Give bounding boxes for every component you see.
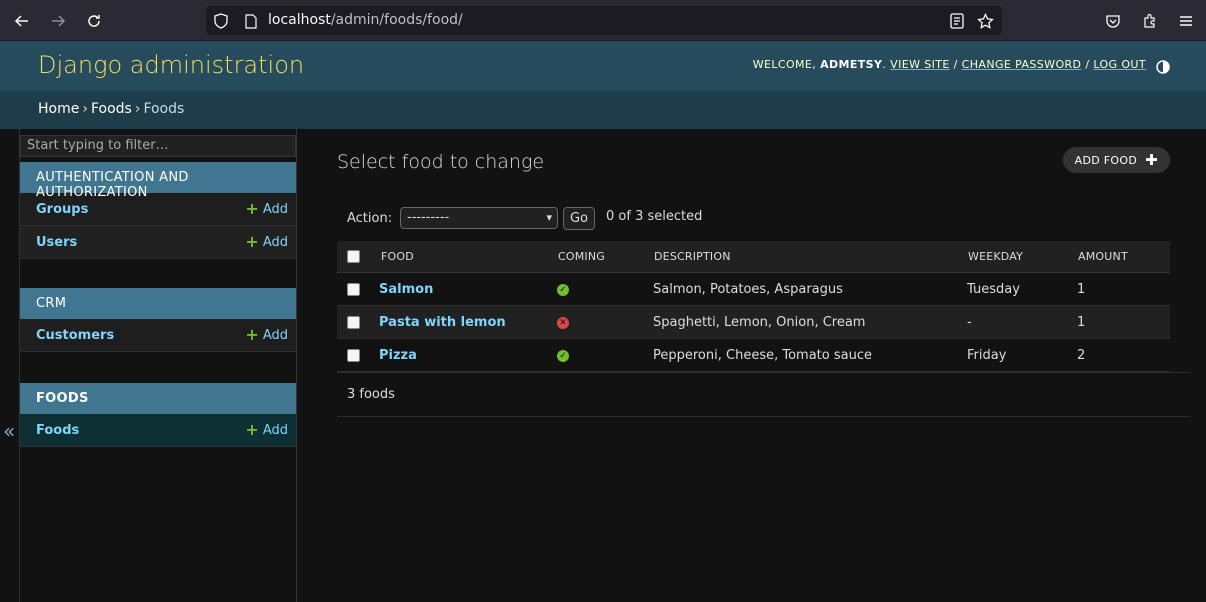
welcome-text: WELCOME,: [752, 58, 817, 71]
actions-bar: Action: --------- ▾ Go 0 of 3 selected: [337, 206, 1190, 234]
action-select[interactable]: --------- ▾: [400, 207, 558, 229]
check-icon: ✓: [557, 284, 569, 296]
url-bar[interactable]: localhost/admin/foods/food/: [206, 6, 1002, 35]
food-link[interactable]: Pizza: [379, 348, 417, 363]
sidebar-item-label[interactable]: Customers: [36, 328, 114, 343]
collapse-icon[interactable]: «: [3, 419, 15, 443]
action-label: Action:: [347, 211, 393, 226]
plus-icon: +: [245, 199, 259, 218]
toggle-sidebar-button[interactable]: «: [0, 129, 20, 602]
food-link[interactable]: Pasta with lemon: [379, 315, 506, 330]
module-foods: Foods Foods + Add: [20, 383, 296, 447]
check-icon: ✓: [557, 350, 569, 362]
table-row: Pizza ✓ Pepperoni, Cheese, Tomato sauce …: [337, 339, 1170, 372]
add-food-button[interactable]: ADD FOOD ✚: [1062, 147, 1170, 173]
reader-view-icon[interactable]: [948, 12, 966, 30]
breadcrumb-home[interactable]: Home: [38, 101, 79, 117]
log-out-link[interactable]: LOG OUT: [1093, 58, 1146, 71]
forward-icon[interactable]: [47, 10, 69, 32]
module-caption[interactable]: Authentication and Authorization: [20, 162, 296, 200]
add-groups-link[interactable]: + Add: [245, 201, 288, 217]
view-site-link[interactable]: VIEW SITE: [890, 58, 950, 71]
url-text[interactable]: localhost/admin/foods/food/: [268, 12, 463, 28]
weekday-cell: Tuesday: [967, 282, 1020, 297]
select-all-checkbox[interactable]: [347, 250, 360, 263]
table-row: Salmon ✓ Salmon, Potatoes, Asparagus Tue…: [337, 273, 1170, 306]
column-header-weekday[interactable]: WEEKDAY: [968, 250, 1023, 263]
weekday-cell: Friday: [967, 348, 1007, 363]
plus-icon: ✚: [1145, 151, 1158, 169]
page-icon[interactable]: [242, 12, 260, 30]
sidebar-item-customers: Customers + Add: [20, 319, 296, 352]
breadcrumb: Home › Foods › Foods: [0, 91, 1206, 129]
breadcrumb-app[interactable]: Foods: [91, 101, 132, 117]
sidebar: Start typing to filter… Authentication a…: [20, 129, 297, 602]
description-cell: Salmon, Potatoes, Asparagus: [653, 282, 843, 297]
username: ADMETSY: [820, 58, 883, 71]
column-header-food[interactable]: FOOD: [381, 250, 414, 263]
bookmark-star-icon[interactable]: [976, 12, 994, 30]
site-branding[interactable]: Django administration: [38, 51, 304, 79]
module-auth: Authentication and Authorization Groups …: [20, 162, 296, 259]
add-customers-link[interactable]: + Add: [245, 327, 288, 343]
site-header: Django administration WELCOME, ADMETSY. …: [0, 41, 1206, 91]
row-checkbox[interactable]: [347, 349, 360, 362]
reload-icon[interactable]: [83, 10, 105, 32]
module-crm: CRM Customers + Add: [20, 288, 296, 352]
plus-icon: +: [245, 420, 259, 439]
add-users-link[interactable]: + Add: [245, 234, 288, 250]
cross-icon: ✕: [557, 317, 569, 329]
shield-icon[interactable]: [212, 12, 230, 30]
food-link[interactable]: Salmon: [379, 282, 433, 297]
go-button[interactable]: Go: [563, 207, 595, 230]
amount-cell: 1: [1077, 315, 1086, 330]
module-caption[interactable]: Foods: [20, 383, 296, 414]
amount-cell: 2: [1077, 348, 1086, 363]
column-header-coming[interactable]: COMING: [558, 250, 605, 263]
sidebar-item-users: Users + Add: [20, 226, 296, 259]
user-tools: WELCOME, ADMETSY. VIEW SITE / CHANGE PAS…: [752, 58, 1146, 71]
sidebar-item-foods: Foods + Add: [20, 414, 296, 447]
module-caption[interactable]: CRM: [20, 288, 296, 319]
back-icon[interactable]: [11, 10, 33, 32]
weekday-cell: -: [967, 315, 972, 330]
change-password-link[interactable]: CHANGE PASSWORD: [962, 58, 1082, 71]
column-header-amount[interactable]: AMOUNT: [1078, 250, 1128, 263]
add-foods-link[interactable]: + Add: [245, 422, 288, 438]
breadcrumb-current: Foods: [143, 101, 185, 117]
table-header: FOOD COMING DESCRIPTION WEEKDAY AMOUNT: [337, 241, 1170, 273]
theme-toggle-icon[interactable]: [1156, 59, 1170, 74]
pocket-icon[interactable]: [1102, 10, 1124, 32]
table-row: Pasta with lemon ✕ Spaghetti, Lemon, Oni…: [337, 306, 1170, 339]
sidebar-item-label[interactable]: Groups: [36, 202, 88, 217]
chevron-down-icon: ▾: [546, 211, 552, 224]
page-title: Select food to change: [337, 151, 545, 173]
sidebar-item-label[interactable]: Users: [36, 235, 77, 250]
paginator: 3 foods: [337, 372, 1190, 417]
results-table: FOOD COMING DESCRIPTION WEEKDAY AMOUNT S…: [337, 241, 1170, 372]
sidebar-filter-input[interactable]: Start typing to filter…: [20, 135, 296, 157]
plus-icon: +: [245, 325, 259, 344]
row-checkbox[interactable]: [347, 316, 360, 329]
amount-cell: 1: [1077, 282, 1086, 297]
plus-icon: +: [245, 232, 259, 251]
column-header-description[interactable]: DESCRIPTION: [654, 250, 731, 263]
sidebar-item-label[interactable]: Foods: [36, 423, 79, 438]
selection-counter: 0 of 3 selected: [606, 209, 703, 224]
menu-icon[interactable]: [1175, 10, 1197, 32]
extensions-icon[interactable]: [1139, 10, 1161, 32]
browser-toolbar: localhost/admin/foods/food/: [0, 0, 1206, 41]
row-checkbox[interactable]: [347, 283, 360, 296]
description-cell: Pepperoni, Cheese, Tomato sauce: [653, 348, 872, 363]
description-cell: Spaghetti, Lemon, Onion, Cream: [653, 315, 866, 330]
